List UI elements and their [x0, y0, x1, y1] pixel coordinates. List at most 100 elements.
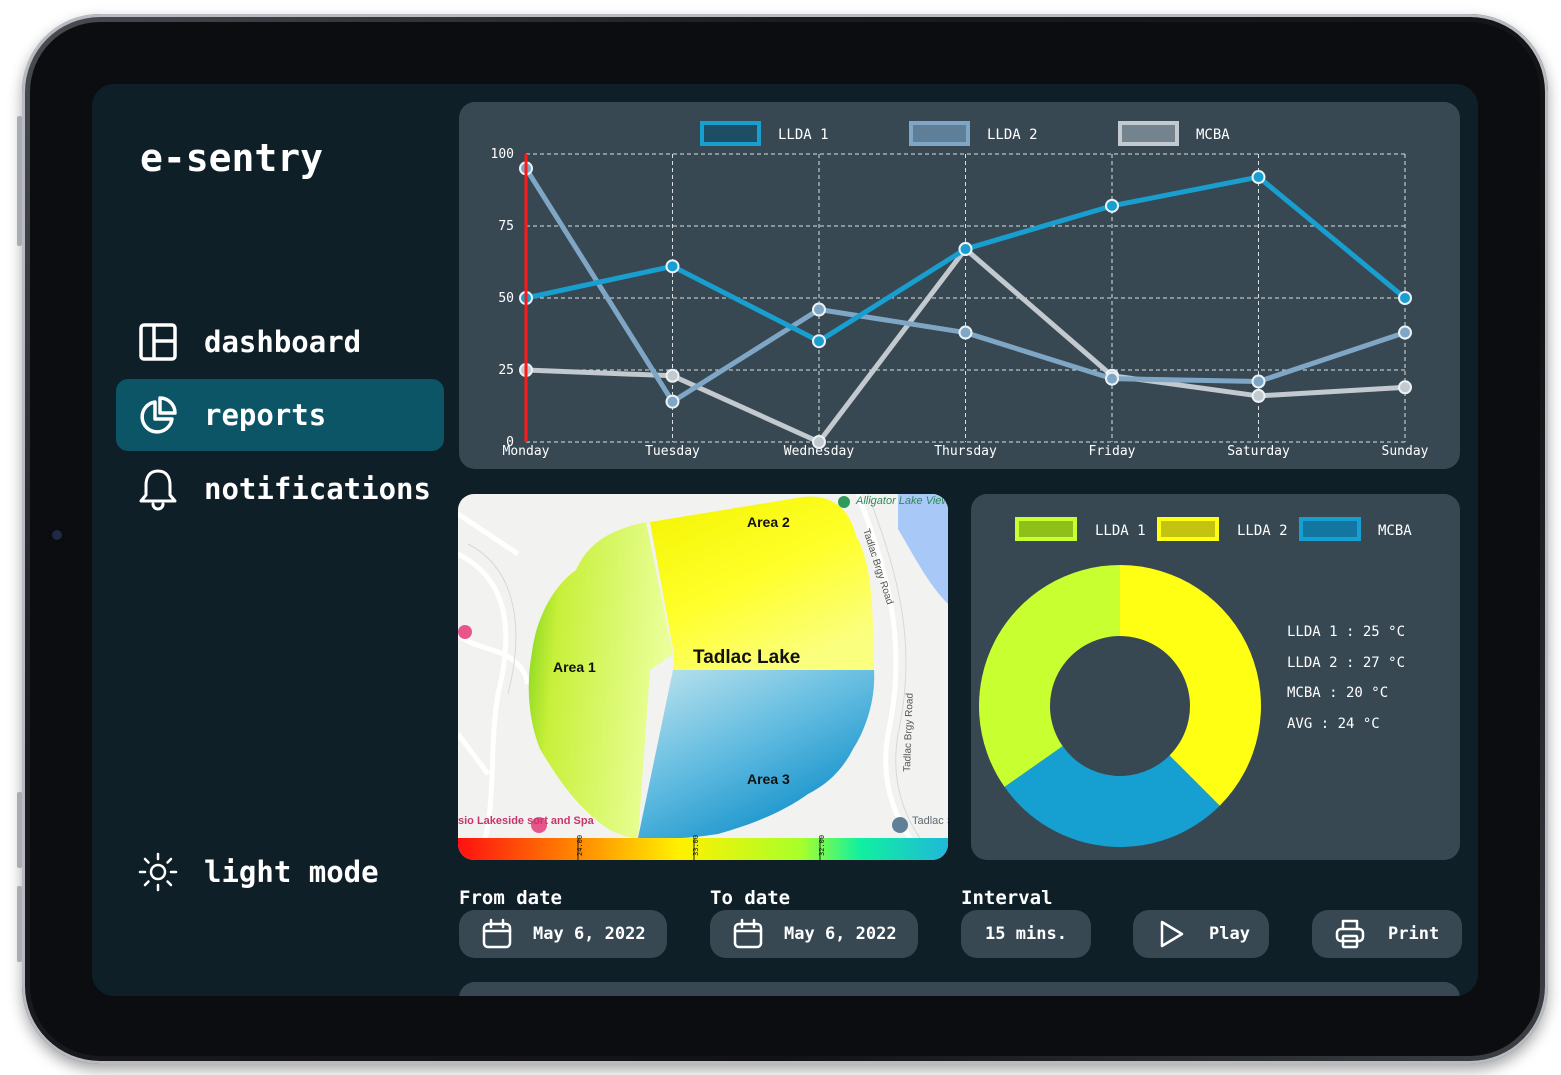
data-point [812, 302, 826, 317]
data-point [665, 394, 680, 409]
side-button [17, 116, 22, 246]
area-3-zone [638, 670, 875, 839]
chart-legend: LLDA 1 LLDA 2 MCBA [700, 121, 1230, 146]
legend-swatch-llda1 [1015, 517, 1077, 541]
donut-legend: LLDA 1 LLDA 2 MCBA [1015, 517, 1412, 541]
scale-tick-label: 24.00 [576, 835, 584, 856]
legend-swatch-llda2 [1157, 517, 1219, 541]
to-date-label: To date [710, 887, 791, 909]
interval-label: Interval [961, 887, 1053, 909]
legend-label: LLDA 2 [1237, 523, 1288, 539]
data-point [812, 435, 826, 449]
legend-swatch-mcba [1118, 121, 1179, 146]
from-date-value: May 6, 2022 [533, 924, 646, 944]
nav-item-dashboard[interactable]: dashboard [116, 306, 444, 378]
data-point [665, 368, 680, 383]
bell-icon [134, 465, 182, 513]
legend-swatch-llda2 [909, 121, 970, 146]
legend-label: LLDA 1 [778, 127, 829, 143]
data-point [1105, 198, 1119, 213]
legend-swatch-llda1 [700, 121, 761, 146]
y-tick-label: 100 [491, 147, 514, 162]
to-date-picker[interactable]: May 6, 2022 [710, 910, 918, 958]
nav-label: dashboard [204, 325, 362, 359]
calendar-icon [730, 916, 766, 952]
data-point [812, 334, 826, 349]
app-screen: e-sentry dashboard reports notifications [92, 84, 1478, 996]
stat-avg: AVG : 24 °C [1287, 716, 1380, 732]
x-tick-label: Saturday [1227, 444, 1290, 459]
pie-chart-icon [134, 391, 182, 439]
legend-swatch-mcba [1299, 517, 1361, 541]
data-point [1398, 325, 1412, 340]
map-pin-icon [838, 496, 850, 508]
y-tick-label: 75 [498, 219, 514, 234]
area-label: Area 3 [747, 771, 790, 787]
to-date-value: May 6, 2022 [784, 924, 897, 944]
x-tick-label: Sunday [1382, 444, 1429, 459]
print-label: Print [1388, 924, 1440, 944]
side-button [17, 792, 22, 868]
layout-icon [134, 318, 182, 366]
legend-label: LLDA 1 [1095, 523, 1146, 539]
bottom-panel-edge [459, 982, 1460, 996]
legend-label: LLDA 2 [987, 127, 1038, 143]
map-shore [898, 494, 948, 604]
donut-chart: LLDA 1 LLDA 2 MCBA [979, 517, 1412, 847]
y-tick-label: 25 [498, 363, 514, 378]
nav-item-notifications[interactable]: notifications [116, 453, 444, 525]
x-tick-label: Thursday [934, 444, 997, 459]
line-chart-panel: LLDA 1 LLDA 2 MCBA 0 25 50 75 100 Monday Tuesd… [459, 102, 1460, 469]
stat-llda2: LLDA 2 : 27 °C [1287, 655, 1406, 671]
poi-label: Alligator Lake Viewing Deck [855, 495, 948, 507]
calendar-icon [479, 916, 515, 952]
map-pin-icon [458, 625, 472, 639]
data-point [665, 259, 680, 274]
donut-slice [979, 565, 1120, 787]
data-point [958, 325, 973, 340]
data-point [1251, 374, 1266, 389]
road-label: Tadlac Brgy Road [902, 693, 916, 772]
from-date-label: From date [459, 887, 562, 909]
play-button[interactable]: Play [1133, 910, 1269, 958]
light-mode-toggle[interactable]: light mode [116, 836, 444, 908]
stat-llda1: LLDA 1 : 25 °C [1287, 624, 1406, 640]
play-label: Play [1209, 924, 1250, 944]
interval-value: 15 mins. [985, 924, 1067, 944]
poi-label: sio Lakeside sort and Spa [458, 815, 595, 827]
interval-select[interactable]: 15 mins. [961, 910, 1091, 958]
data-point [1251, 170, 1266, 185]
from-date-picker[interactable]: May 6, 2022 [459, 910, 667, 958]
chart-grid [525, 153, 1406, 443]
front-camera [52, 530, 62, 540]
legend-label: MCBA [1196, 127, 1230, 143]
area-label: Area 1 [553, 659, 596, 675]
printer-icon [1332, 916, 1368, 952]
y-tick-label: 50 [498, 291, 514, 306]
donut-chart-panel: LLDA 1 LLDA 2 MCBA LLDA 1 : 25 °C LLDA 2… [971, 494, 1460, 860]
lake-label: Tadlac Lake [693, 647, 800, 668]
data-point [1398, 291, 1412, 305]
school-icon [892, 817, 908, 833]
line-chart: LLDA 1 LLDA 2 MCBA 0255075100Monday Tuesd… [491, 121, 1429, 459]
color-scale-bar [458, 838, 948, 860]
stat-mcba: MCBA : 20 °C [1287, 685, 1389, 701]
print-button[interactable]: Print [1312, 910, 1462, 958]
donut-slice [1120, 565, 1261, 806]
scale-tick-label: 33.00 [692, 835, 700, 856]
nav-label: notifications [204, 472, 431, 506]
nav-label: light mode [204, 855, 379, 889]
sun-icon [134, 848, 182, 896]
brand-logo: e-sentry [140, 136, 324, 180]
data-point [958, 242, 973, 257]
map-panel: Area 1 Area 2 Area 3 Tadlac Lake Alligat… [458, 494, 948, 860]
x-tick-label: Tuesday [645, 444, 700, 459]
lake-map: Area 1 Area 2 Area 3 Tadlac Lake Alligat… [458, 494, 948, 860]
nav-item-reports[interactable]: reports [116, 379, 444, 451]
legend-label: MCBA [1378, 523, 1412, 539]
scale-tick-label: 32.00 [818, 835, 826, 856]
poi-label: Tadlac School [912, 815, 948, 827]
data-point [1251, 388, 1266, 403]
data-point [1398, 380, 1412, 395]
data-point [1105, 371, 1119, 386]
